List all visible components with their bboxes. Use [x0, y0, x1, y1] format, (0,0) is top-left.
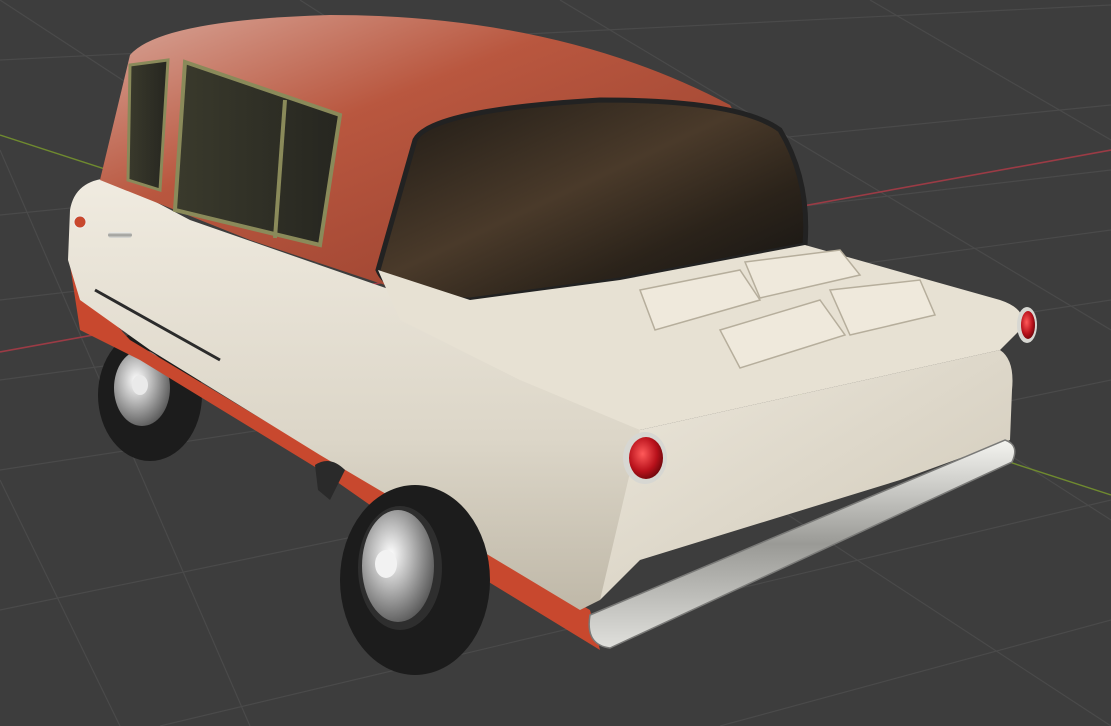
tail-light-right: [1017, 307, 1037, 343]
3d-viewport[interactable]: [0, 0, 1111, 726]
rear-right-wheel: [340, 485, 490, 675]
front-emblem: [73, 215, 87, 229]
car-model[interactable]: [68, 15, 1037, 675]
door-handle: [108, 232, 132, 238]
tail-light-left: [623, 432, 667, 484]
